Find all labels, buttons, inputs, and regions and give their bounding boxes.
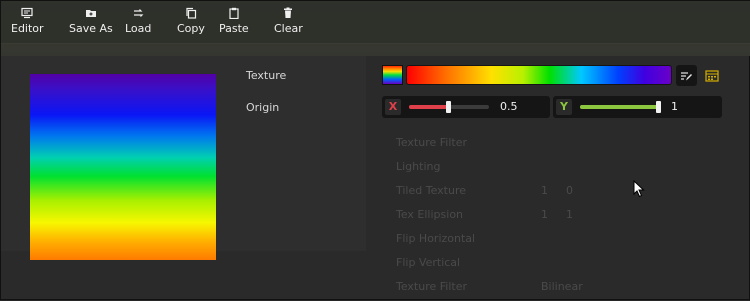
list-item: Tiled Texture 1 0 (381, 179, 741, 203)
list-item: Texture Filter (381, 131, 741, 155)
origin-y-handle[interactable] (656, 101, 661, 113)
list-item: Flip Horizontal (381, 227, 741, 251)
mouse-cursor-icon (633, 179, 645, 202)
origin-y-fill (580, 105, 661, 109)
origin-x-fill (409, 105, 448, 109)
x-axis-tag: X (385, 99, 401, 115)
gradient-bar[interactable] (406, 65, 672, 85)
gradient-picker-icon (704, 69, 719, 82)
origin-x-field[interactable]: X 0.5 (382, 96, 550, 118)
ghost-label: Flip Vertical (396, 256, 461, 269)
origin-label: Origin (246, 101, 280, 114)
ghost-value: 1 (541, 184, 548, 197)
texture-label: Texture (246, 69, 287, 82)
background-property-list: Texture Filter Lighting Tiled Texture 1 … (381, 131, 741, 301)
copy-icon (185, 7, 197, 19)
paste-label: Paste (219, 22, 249, 35)
y-axis-tag: Y (556, 99, 572, 115)
toolbar: Editor Save As Load Copy Paste Clear (1, 1, 750, 44)
ghost-label: Texture Filter (396, 136, 468, 149)
origin-y-value[interactable]: 1 (671, 100, 678, 113)
list-item: Tex Ellipsion 1 1 (381, 203, 741, 227)
clear-button[interactable]: Clear (274, 7, 303, 41)
origin-x-value[interactable]: 0.5 (500, 100, 518, 113)
folder-save-icon (85, 7, 97, 19)
copy-label: Copy (177, 22, 205, 35)
save-as-button[interactable]: Save As (69, 7, 113, 41)
origin-x-handle[interactable] (446, 101, 451, 113)
trash-icon (282, 7, 294, 19)
clear-label: Clear (274, 22, 303, 35)
texture-thumbnail[interactable] (382, 65, 403, 85)
ghost-label: Tiled Texture (396, 184, 467, 197)
list-item: Texture Filter Bilinear (381, 275, 741, 299)
load-button[interactable]: Load (125, 7, 151, 41)
ghost-label: Flip Horizontal (396, 232, 476, 245)
ghost-value: 1 (566, 208, 573, 221)
paste-button[interactable]: Paste (219, 7, 249, 41)
ghost-label: Texture Filter (396, 280, 468, 293)
swap-arrows-icon (132, 7, 144, 19)
gradient-preview (30, 74, 216, 260)
editor-icon (21, 7, 33, 19)
copy-button[interactable]: Copy (177, 7, 205, 41)
edit-list-icon (680, 70, 693, 82)
editor-button[interactable]: Editor (11, 7, 44, 41)
edit-list-button[interactable] (676, 65, 697, 86)
gradient-editor-window: Texture Filter Lighting Tiled Texture 1 … (0, 0, 750, 300)
ghost-label: Lighting (396, 160, 441, 173)
clipboard-icon (228, 7, 240, 19)
gradient-picker-button[interactable] (701, 65, 722, 86)
load-label: Load (125, 22, 152, 35)
ghost-value: 1 (541, 208, 548, 221)
save-as-label: Save As (69, 22, 113, 35)
list-item: Lighting (381, 155, 741, 179)
origin-y-field[interactable]: Y 1 (553, 96, 722, 118)
ghost-value: Bilinear (541, 280, 583, 293)
editor-label: Editor (11, 22, 44, 35)
list-item: Flip Vertical (381, 251, 741, 275)
ghost-label: Tex Ellipsion (396, 208, 464, 221)
ghost-value: 0 (566, 184, 573, 197)
